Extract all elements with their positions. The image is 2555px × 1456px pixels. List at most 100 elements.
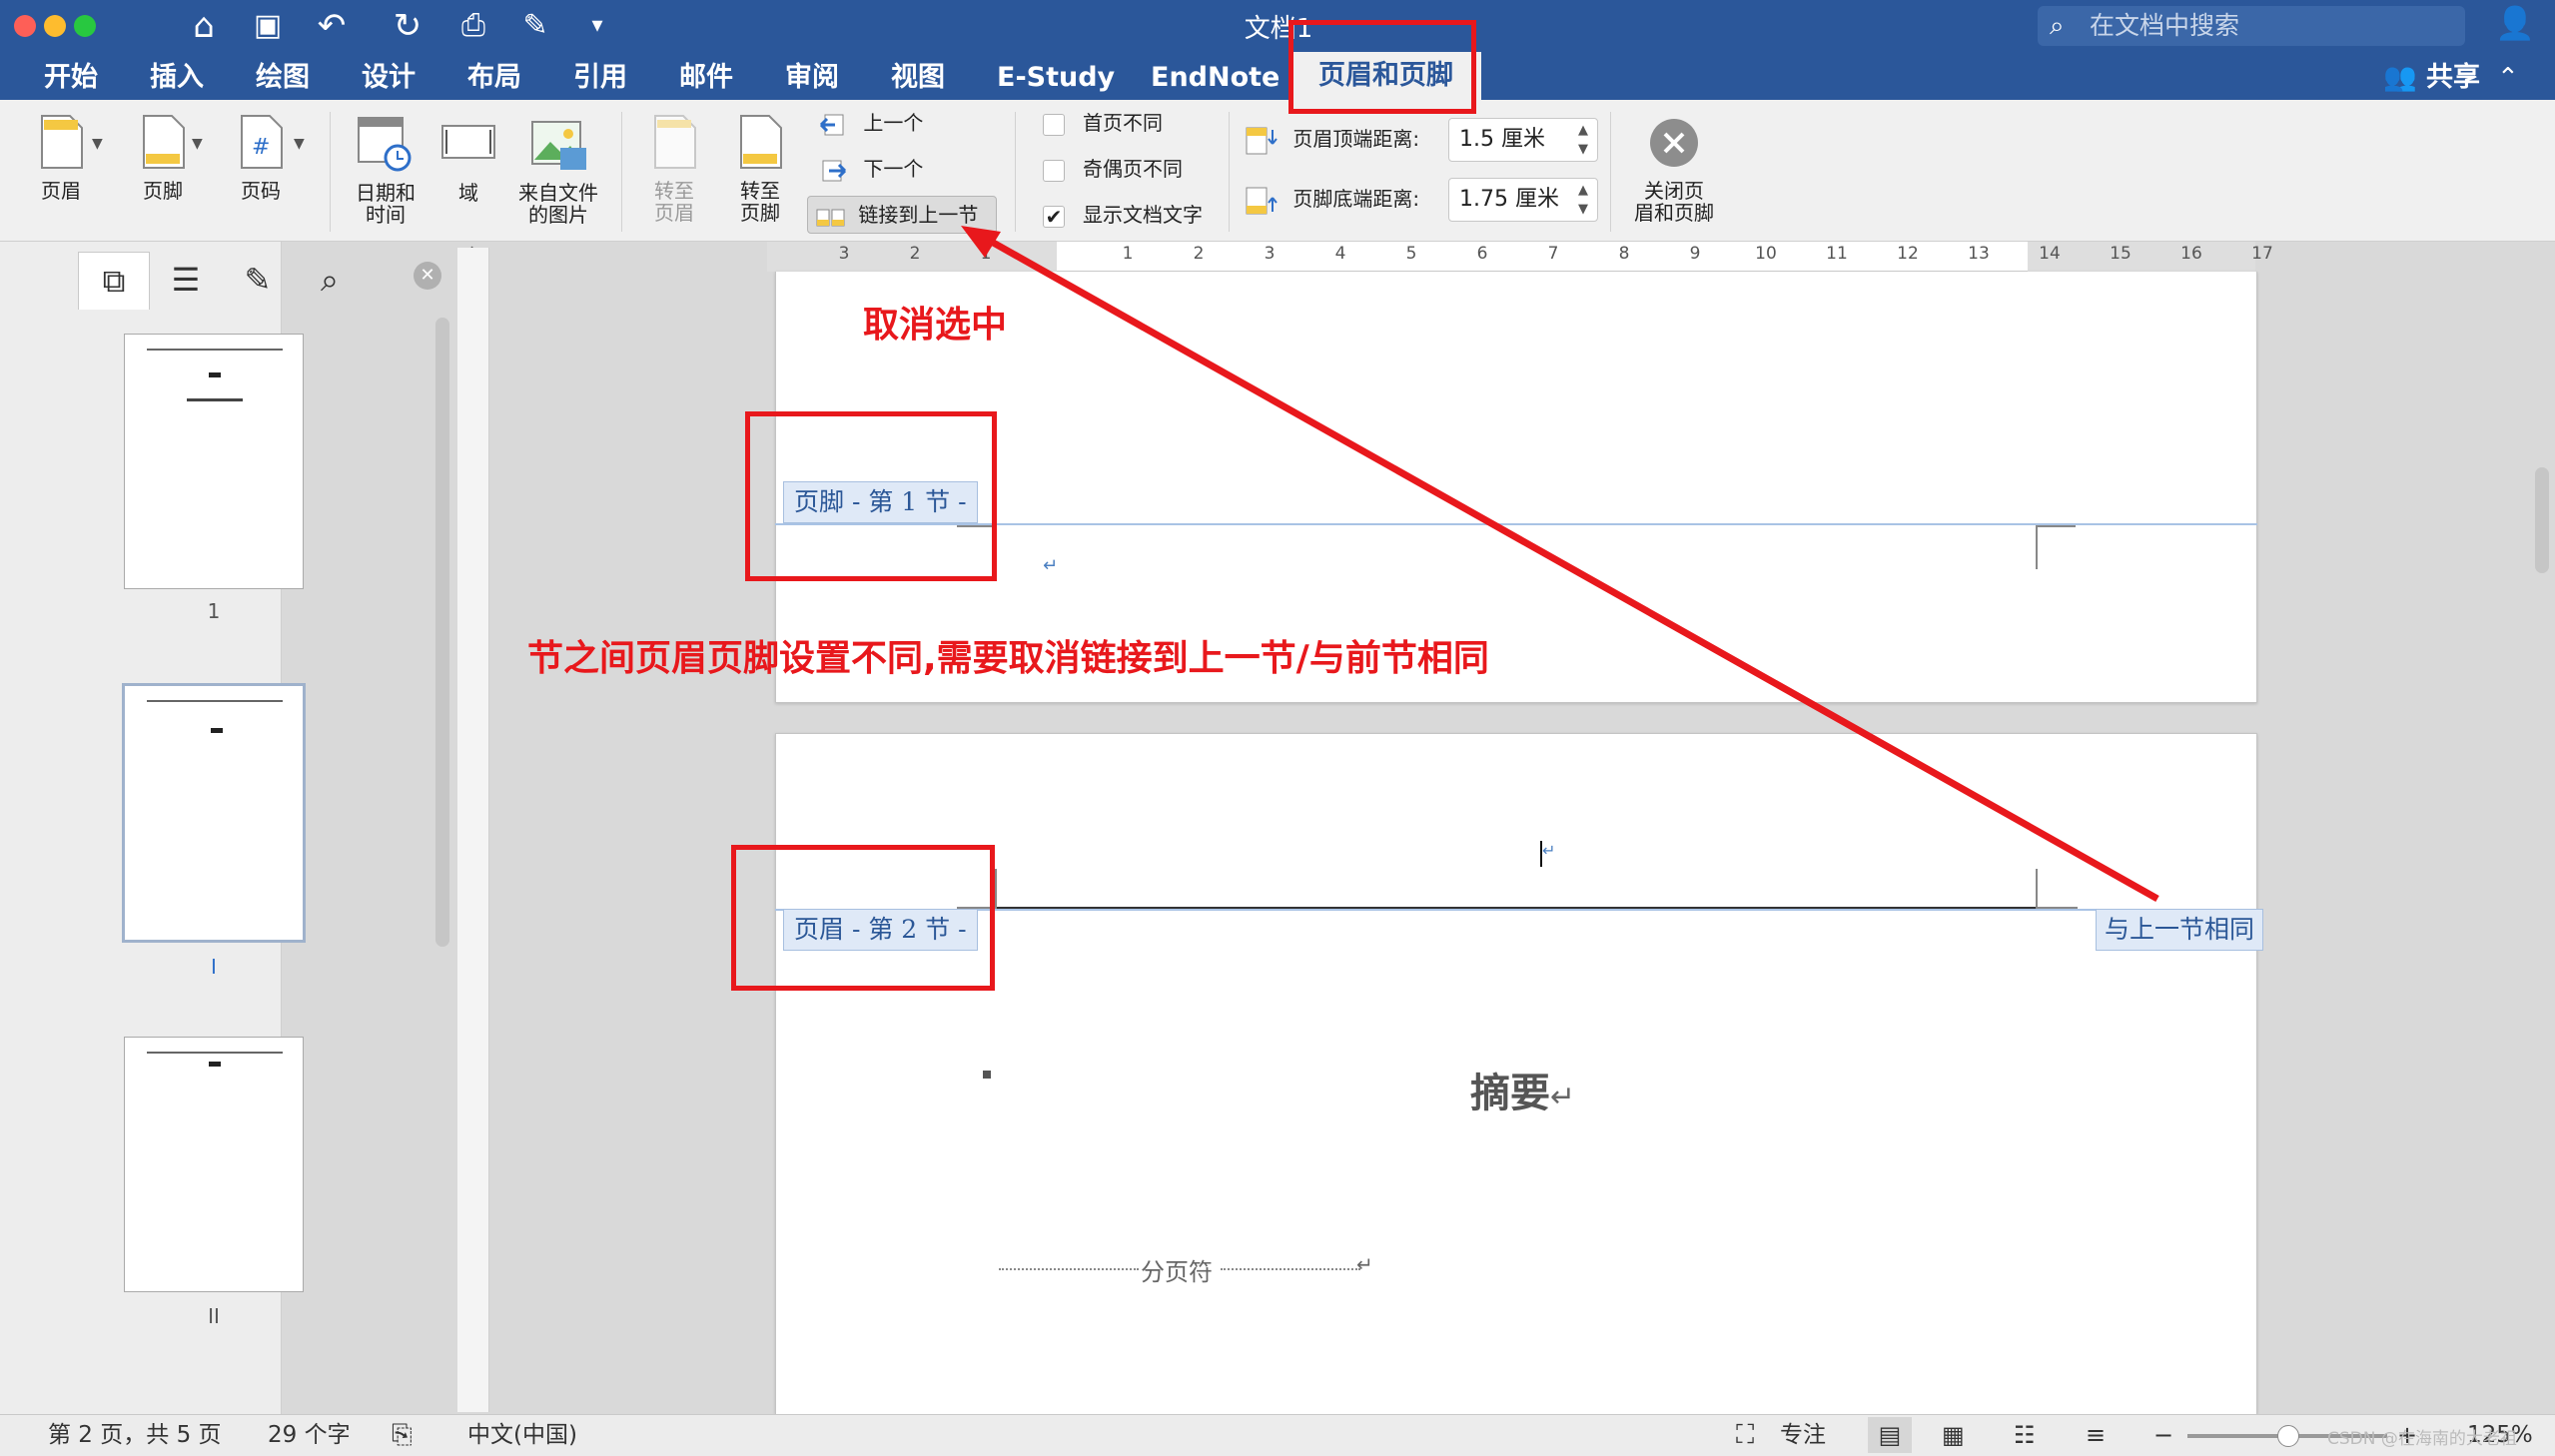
paragraph-mark: ↵ — [1043, 555, 1059, 576]
previous-button[interactable]: 上一个 — [819, 106, 923, 140]
search-icon: ⌕ — [2050, 11, 2065, 41]
add-person-icon: 👥 — [2383, 62, 2417, 93]
redo-icon[interactable]: ↻ — [386, 4, 429, 48]
ruler-number: 2 — [909, 244, 921, 264]
header-underline — [995, 867, 2036, 909]
page-number-label: 页码 — [241, 179, 281, 203]
tab-mailings[interactable]: 邮件 — [679, 56, 733, 100]
date-time-label-1: 日期和 — [356, 181, 416, 205]
tab-endnote[interactable]: EndNote — [1151, 56, 1279, 100]
footer-button[interactable]: 页脚 — [128, 114, 198, 202]
proofing-icon[interactable]: ⎘ — [392, 1415, 413, 1455]
edit-document-icon[interactable]: ✎ — [513, 4, 557, 48]
different-first-page-checkbox[interactable]: 首页不同 — [1043, 106, 1163, 140]
home-icon[interactable]: ⌂ — [182, 4, 226, 48]
page-number-icon: # — [241, 115, 283, 169]
page-thumbnail[interactable] — [124, 1037, 304, 1292]
header-top-distance-value: 1.5 厘米 — [1459, 127, 1545, 152]
ruler-number: 5 — [1405, 244, 1417, 264]
footer-dropdown-icon[interactable]: ▼ — [192, 136, 203, 152]
stepper-arrows-icon[interactable]: ▲ ▼ — [1573, 121, 1593, 159]
close-window-button[interactable] — [14, 15, 36, 37]
footer-bottom-distance-input[interactable]: 1.75 厘米 ▲ ▼ — [1448, 178, 1598, 222]
tab-home[interactable]: 开始 — [44, 56, 98, 100]
save-icon[interactable]: ▣ — [246, 4, 290, 48]
page-thumbnail[interactable] — [124, 334, 304, 589]
thumbnail-header-line — [147, 1052, 283, 1054]
customize-toolbar-icon[interactable]: ▾ — [575, 4, 619, 48]
zoom-window-button[interactable] — [74, 15, 96, 37]
annotation-uncheck-text: 取消选中 — [863, 305, 1008, 346]
tab-view[interactable]: 视图 — [891, 56, 945, 100]
user-icon[interactable]: 👤 — [2493, 4, 2537, 44]
share-button[interactable]: 👥 共享 — [2383, 56, 2480, 100]
page-thumbnail-selected[interactable] — [122, 683, 306, 943]
date-time-button[interactable]: 日期和 时间 — [348, 114, 424, 226]
page-number-dropdown-icon[interactable]: ▼ — [294, 136, 305, 152]
web-layout-icon[interactable]: ▦ — [1942, 1415, 1965, 1455]
undo-icon[interactable]: ↶ — [310, 4, 354, 48]
close-header-footer-button[interactable]: 关闭页 眉和页脚 — [1622, 116, 1726, 224]
abstract-heading-text: 摘要 — [1470, 1071, 1550, 1116]
zoom-out-icon[interactable]: − — [2153, 1415, 2173, 1455]
draft-view-icon[interactable]: ≡ — [2086, 1415, 2106, 1455]
goto-footer-icon — [740, 115, 782, 169]
stepper-arrows-icon[interactable]: ▲ ▼ — [1573, 181, 1593, 219]
tab-insert[interactable]: 插入 — [150, 56, 204, 100]
minimize-window-button[interactable] — [44, 15, 66, 37]
ruler-number: 16 — [2180, 244, 2202, 264]
search-input[interactable]: ⌕ 在文档中搜索 — [2038, 6, 2465, 46]
picture-from-file-button[interactable]: 来自文件 的图片 — [513, 114, 603, 226]
focus-label[interactable]: 专注 — [1780, 1415, 1826, 1455]
ruler-number: 9 — [1689, 244, 1701, 264]
next-label: 下一个 — [863, 157, 924, 181]
picture-icon — [531, 121, 586, 170]
paragraph-mark: ↵ — [1356, 1252, 1373, 1276]
different-odd-even-checkbox[interactable]: 奇偶页不同 — [1043, 152, 1183, 186]
ribbon-separator — [621, 112, 622, 232]
goto-header-button[interactable]: 转至 页眉 — [639, 114, 709, 224]
word-count[interactable]: 29 个字 — [268, 1415, 351, 1455]
tab-references[interactable]: 引用 — [573, 56, 627, 100]
pane-scrollbar[interactable] — [435, 318, 449, 947]
footer-icon — [143, 115, 185, 169]
tab-design[interactable]: 设计 — [362, 56, 416, 100]
link-previous-icon — [816, 205, 845, 229]
goto-header-icon — [654, 115, 696, 169]
vertical-ruler[interactable] — [457, 248, 489, 1412]
page-number-button[interactable]: # 页码 — [226, 114, 296, 202]
annotation-box-footer — [745, 411, 997, 581]
ruler-number: 4 — [1334, 244, 1346, 264]
thumbnail-header-line — [147, 700, 283, 702]
header-top-distance-input[interactable]: 1.5 厘米 ▲ ▼ — [1448, 118, 1598, 162]
tab-estudy[interactable]: E-Study — [997, 56, 1115, 100]
tab-draw[interactable]: 绘图 — [256, 56, 310, 100]
ruler-number: 3 — [1264, 244, 1276, 264]
tab-layout[interactable]: 布局 — [467, 56, 521, 100]
abstract-heading[interactable]: 摘要↵ — [1470, 1061, 1575, 1118]
collapse-ribbon-icon[interactable]: ⌃ — [2497, 56, 2519, 100]
outline-view-icon[interactable]: ☷ — [2014, 1415, 2036, 1455]
ruler-number: 2 — [1193, 244, 1205, 264]
link-to-previous-button[interactable]: 链接到上一节 — [807, 196, 997, 234]
next-button[interactable]: 下一个 — [819, 152, 923, 186]
show-document-text-checkbox[interactable]: ✔ 显示文档文字 — [1043, 198, 1203, 232]
focus-icon[interactable]: ⛶ — [1736, 1415, 1754, 1455]
header-icon — [41, 115, 83, 169]
page-info[interactable]: 第 2 页，共 5 页 — [48, 1415, 222, 1455]
print-layout-icon[interactable]: ▤ — [1868, 1417, 1912, 1453]
checkbox-unchecked — [1043, 159, 1065, 182]
print-icon[interactable]: ⎙ — [451, 4, 495, 48]
header-dropdown-icon[interactable]: ▼ — [92, 136, 103, 152]
field-button[interactable]: 域 — [433, 114, 503, 204]
header-button[interactable]: 页眉 — [26, 114, 96, 202]
date-time-label-2: 时间 — [366, 203, 406, 227]
document-scrollbar[interactable] — [2535, 467, 2549, 573]
zoom-slider-thumb[interactable] — [2277, 1425, 2299, 1447]
goto-footer-button[interactable]: 转至 页脚 — [725, 114, 795, 224]
tab-review[interactable]: 审阅 — [785, 56, 839, 100]
language-indicator[interactable]: 中文(中国) — [467, 1415, 577, 1455]
link-to-previous-label: 链接到上一节 — [858, 203, 979, 227]
ruler-number: 6 — [1476, 244, 1488, 264]
header-boundary-line — [775, 909, 2257, 911]
